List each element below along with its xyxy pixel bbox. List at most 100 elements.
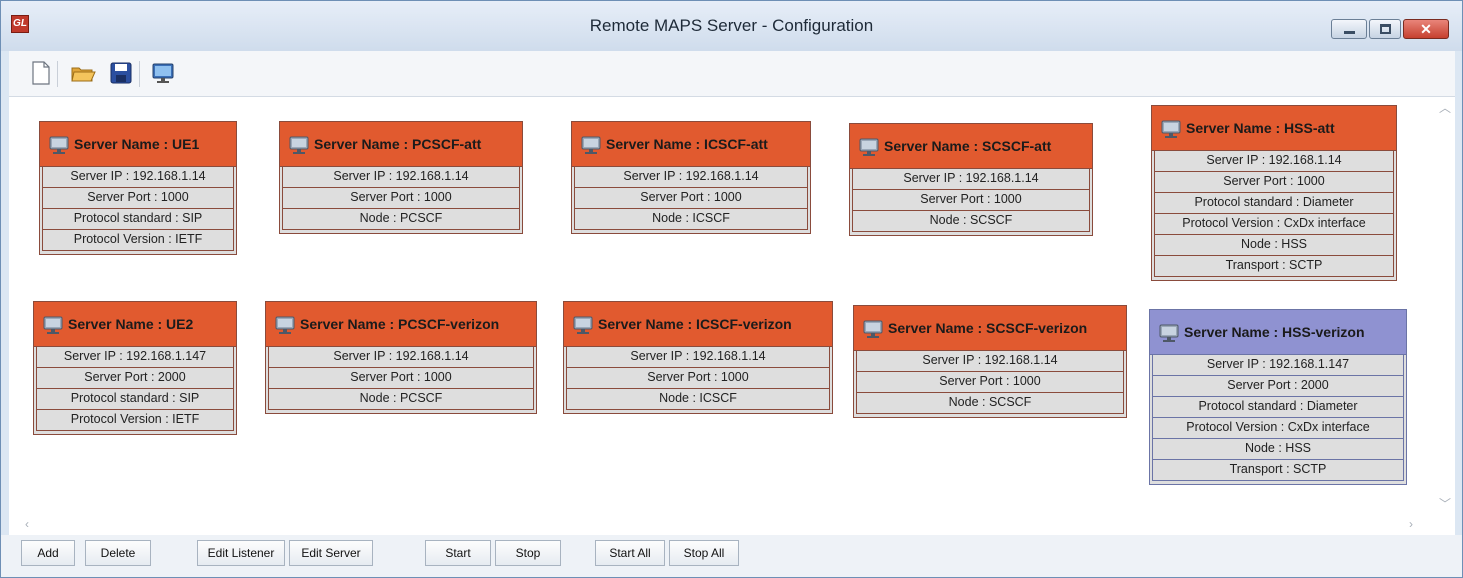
monitor-icon: [580, 134, 602, 161]
server-property-row: Server Port : 1000: [268, 368, 534, 389]
close-button[interactable]: ✕: [1403, 19, 1449, 39]
server-property-row: Server Port : 1000: [856, 372, 1124, 393]
monitor-icon: [274, 314, 296, 341]
monitor-icon: [42, 314, 64, 341]
monitor-icon: [572, 314, 594, 341]
scroll-up-icon[interactable]: ︿: [1439, 99, 1451, 116]
monitor-icon: [48, 134, 70, 161]
server-name-label: Server Name : HSS-att: [1186, 120, 1335, 136]
server-node[interactable]: Server Name : HSS-att Server IP : 192.168…: [1151, 105, 1397, 281]
stop-all-button[interactable]: Stop All: [669, 540, 739, 566]
add-button[interactable]: Add: [21, 540, 75, 566]
minimize-icon: [1344, 31, 1355, 34]
server-property-row: Node : HSS: [1154, 235, 1394, 256]
server-property-row: Server Port : 1000: [566, 368, 830, 389]
toolbar-separator: [139, 61, 140, 87]
server-property-row: Protocol standard : SIP: [36, 389, 234, 410]
maximize-icon: [1380, 24, 1391, 34]
horizontal-scrollbar[interactable]: ‹ ›: [9, 515, 1455, 535]
server-property-row: Node : HSS: [1152, 439, 1404, 460]
server-name-label: Server Name : UE1: [74, 136, 200, 152]
toolbar: [9, 51, 1455, 97]
server-property-row: Protocol standard : Diameter: [1154, 193, 1394, 214]
server-node[interactable]: Server Name : HSS-verizon Server IP : 192…: [1149, 309, 1407, 485]
server-name-label: Server Name : ICSCF-att: [606, 136, 768, 152]
server-property-row: Server Port : 1000: [574, 188, 808, 209]
open-folder-icon[interactable]: [69, 59, 97, 87]
vertical-scrollbar[interactable]: ︿ ﹀: [1433, 97, 1455, 515]
server-node[interactable]: Server Name : UE2 Server IP : 192.168.1.1…: [33, 301, 237, 435]
server-property-row: Node : ICSCF: [566, 389, 830, 410]
maximize-button[interactable]: [1369, 19, 1401, 39]
server-property-row: Node : SCSCF: [852, 211, 1090, 232]
server-property-row: Server IP : 192.168.1.14: [856, 351, 1124, 372]
app-window: GL Remote MAPS Server - Configuration ✕ …: [0, 0, 1463, 578]
start-button[interactable]: Start: [425, 540, 491, 566]
scroll-left-icon[interactable]: ‹: [25, 517, 29, 531]
server-node-header[interactable]: Server Name : SCSCF-att: [850, 124, 1092, 169]
server-canvas[interactable]: Server Name : UE1 Server IP : 192.168.1.1…: [9, 97, 1455, 515]
server-property-row: Server IP : 192.168.1.14: [282, 167, 520, 188]
server-node[interactable]: Server Name : PCSCF-att Server IP : 192.1…: [279, 121, 523, 234]
monitor-icon: [288, 134, 310, 161]
server-property-row: Server IP : 192.168.1.14: [574, 167, 808, 188]
monitor-icon: [1158, 322, 1180, 349]
server-name-label: Server Name : SCSCF-verizon: [888, 320, 1088, 336]
server-name-label: Server Name : UE2: [68, 316, 194, 332]
server-node-header[interactable]: Server Name : PCSCF-att: [280, 122, 522, 167]
monitor-icon[interactable]: [149, 59, 177, 87]
monitor-icon: [858, 136, 880, 163]
server-property-row: Server IP : 192.168.1.147: [36, 347, 234, 368]
server-property-row: Server Port : 1000: [852, 190, 1090, 211]
server-node-header[interactable]: Server Name : UE1: [40, 122, 236, 167]
server-node-header[interactable]: Server Name : HSS-att: [1152, 106, 1396, 151]
save-icon[interactable]: [107, 59, 135, 87]
server-property-row: Protocol Version : IETF: [36, 410, 234, 431]
monitor-icon: [862, 318, 884, 345]
server-property-row: Server IP : 192.168.1.14: [566, 347, 830, 368]
server-name-label: Server Name : HSS-verizon: [1184, 324, 1365, 340]
server-name-label: Server Name : PCSCF-att: [314, 136, 482, 152]
server-property-row: Server IP : 192.168.1.14: [852, 169, 1090, 190]
server-node[interactable]: Server Name : ICSCF-verizon Server IP : 1…: [563, 301, 833, 414]
server-property-row: Server IP : 192.168.1.147: [1152, 355, 1404, 376]
title-bar[interactable]: GL Remote MAPS Server - Configuration ✕: [1, 1, 1462, 51]
close-icon: ✕: [1420, 21, 1432, 37]
delete-button[interactable]: Delete: [85, 540, 151, 566]
server-property-row: Server Port : 1000: [282, 188, 520, 209]
new-document-icon[interactable]: [27, 59, 55, 87]
scroll-down-icon[interactable]: ﹀: [1439, 495, 1451, 512]
server-node-header[interactable]: Server Name : UE2: [34, 302, 236, 347]
server-property-row: Server IP : 192.168.1.14: [1154, 151, 1394, 172]
server-node[interactable]: Server Name : PCSCF-verizon Server IP : 1…: [265, 301, 537, 414]
edit-server-button[interactable]: Edit Server: [289, 540, 373, 566]
monitor-icon: [1160, 118, 1182, 145]
server-node-header[interactable]: Server Name : PCSCF-verizon: [266, 302, 536, 347]
server-property-row: Server Port : 1000: [42, 188, 234, 209]
start-all-button[interactable]: Start All: [595, 540, 665, 566]
window-title: Remote MAPS Server - Configuration: [589, 16, 874, 35]
server-node-header[interactable]: Server Name : ICSCF-att: [572, 122, 810, 167]
server-property-row: Server IP : 192.168.1.14: [268, 347, 534, 368]
server-node[interactable]: Server Name : SCSCF-verizon Server IP : 1…: [853, 305, 1127, 418]
stop-button[interactable]: Stop: [495, 540, 561, 566]
server-property-row: Protocol Version : CxDx interface: [1152, 418, 1404, 439]
server-property-row: Node : PCSCF: [268, 389, 534, 410]
server-node-header[interactable]: Server Name : SCSCF-verizon: [854, 306, 1126, 351]
server-name-label: Server Name : SCSCF-att: [884, 138, 1052, 154]
server-property-row: Server IP : 192.168.1.14: [42, 167, 234, 188]
server-property-row: Node : ICSCF: [574, 209, 808, 230]
server-node-header[interactable]: Server Name : HSS-verizon: [1150, 310, 1406, 355]
server-property-row: Protocol standard : Diameter: [1152, 397, 1404, 418]
server-node[interactable]: Server Name : UE1 Server IP : 192.168.1.1…: [39, 121, 237, 255]
server-property-row: Protocol Version : CxDx interface: [1154, 214, 1394, 235]
edit-listener-button[interactable]: Edit Listener: [197, 540, 285, 566]
server-node[interactable]: Server Name : ICSCF-att Server IP : 192.1…: [571, 121, 811, 234]
scroll-right-icon[interactable]: ›: [1409, 517, 1413, 531]
minimize-button[interactable]: [1331, 19, 1367, 39]
server-property-row: Protocol standard : SIP: [42, 209, 234, 230]
server-property-row: Node : PCSCF: [282, 209, 520, 230]
toolbar-separator: [57, 61, 58, 87]
server-node-header[interactable]: Server Name : ICSCF-verizon: [564, 302, 832, 347]
server-node[interactable]: Server Name : SCSCF-att Server IP : 192.1…: [849, 123, 1093, 236]
